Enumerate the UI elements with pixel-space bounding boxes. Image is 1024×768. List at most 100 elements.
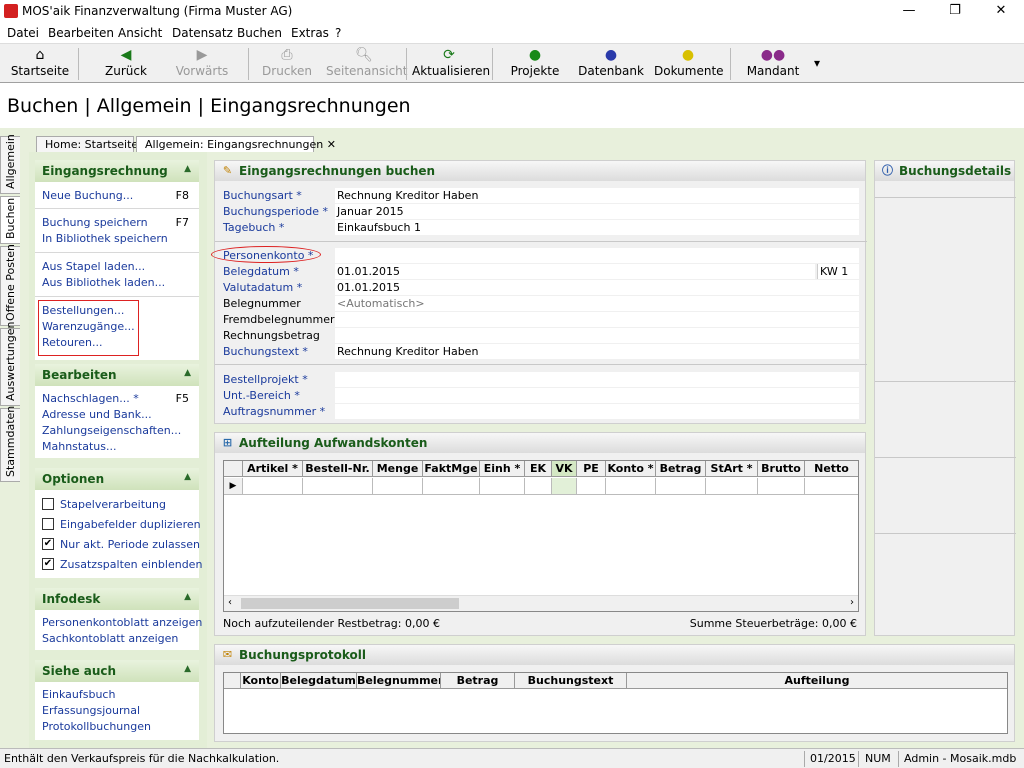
- aufteilung-grid[interactable]: Artikel * Bestell-Nr. Menge FaktMge Einh…: [223, 460, 859, 612]
- auftragsnummer-field[interactable]: [335, 404, 859, 419]
- collapse-icon[interactable]: ▲: [184, 592, 191, 602]
- warenzugaenge-link[interactable]: Warenzugänge...: [42, 320, 135, 333]
- column-header[interactable]: StArt *: [706, 461, 758, 477]
- grid-cell[interactable]: [577, 478, 606, 495]
- horizontal-scrollbar[interactable]: ‹ ›: [224, 595, 858, 611]
- buchung-speichern-link[interactable]: Buchung speichern: [42, 216, 148, 229]
- section-header[interactable]: Eingangsrechnung ▲: [35, 160, 199, 182]
- protokollbuchungen-link[interactable]: Protokollbuchungen: [42, 720, 151, 733]
- column-header[interactable]: Einh *: [480, 461, 525, 477]
- collapse-icon[interactable]: ▲: [184, 664, 191, 674]
- menu-ansicht[interactable]: Ansicht: [118, 26, 162, 40]
- grid-cell[interactable]: [480, 478, 525, 495]
- vtab-offene-posten[interactable]: Offene Posten: [0, 244, 20, 326]
- vtab-allgemein[interactable]: Allgemein: [0, 134, 20, 194]
- adresse-bank-link[interactable]: Adresse und Bank...: [42, 408, 152, 421]
- section-header[interactable]: Siehe auch ▲: [35, 660, 199, 682]
- column-header[interactable]: FaktMge: [423, 461, 480, 477]
- bestellprojekt-field[interactable]: [335, 372, 859, 387]
- grid-cell[interactable]: [758, 478, 805, 495]
- nachschlagen-link[interactable]: Nachschlagen... *: [42, 392, 139, 405]
- column-header[interactable]: PE: [577, 461, 606, 477]
- column-header[interactable]: Belegdatum: [281, 673, 357, 689]
- grid-cell[interactable]: [373, 478, 423, 495]
- protokoll-grid[interactable]: Konto Belegdatum Belegnummer Betrag Buch…: [223, 672, 1008, 734]
- fremdbelegnummer-field[interactable]: [335, 312, 859, 327]
- column-header[interactable]: Brutto: [758, 461, 805, 477]
- column-header[interactable]: Aufteilung: [627, 673, 1007, 689]
- tagebuch-field[interactable]: Einkaufsbuch 1: [335, 220, 859, 235]
- stapel-laden-link[interactable]: Aus Stapel laden...: [42, 260, 145, 273]
- grid-cell[interactable]: [805, 478, 858, 495]
- section-header[interactable]: Optionen ▲: [35, 468, 199, 490]
- rechnungsbetrag-field[interactable]: [335, 328, 859, 343]
- column-header[interactable]: Bestell-Nr.: [303, 461, 373, 477]
- unt-bereich-field[interactable]: [335, 388, 859, 403]
- menu-datensatz[interactable]: Datensatz: [172, 26, 233, 40]
- grid-cell[interactable]: [552, 478, 577, 495]
- duplizieren-checkbox[interactable]: [42, 518, 54, 530]
- datenbank-button[interactable]: ● Datenbank: [578, 46, 644, 82]
- close-button[interactable]: ✕: [978, 0, 1024, 23]
- vtab-auswertungen[interactable]: Auswertungen: [0, 322, 20, 406]
- bestellungen-link[interactable]: Bestellungen...: [42, 304, 124, 317]
- periode-checkbox[interactable]: ✔: [42, 538, 54, 550]
- mandant-dropdown-icon[interactable]: ▾: [810, 56, 824, 92]
- belegnummer-field[interactable]: <Automatisch>: [335, 296, 859, 311]
- neue-buchung-link[interactable]: Neue Buchung...: [42, 189, 133, 202]
- minimize-button[interactable]: —: [886, 0, 932, 23]
- drucken-button[interactable]: ⎙ Drucken: [254, 46, 320, 82]
- zurueck-button[interactable]: ◀ Zurück: [92, 46, 160, 82]
- stapelverarbeitung-checkbox[interactable]: [42, 498, 54, 510]
- maximize-button[interactable]: ❐: [932, 0, 978, 23]
- column-header[interactable]: Menge: [373, 461, 423, 477]
- dokumente-button[interactable]: ● Dokumente: [654, 46, 724, 82]
- grid-cell[interactable]: [656, 478, 706, 495]
- grid-cell[interactable]: [423, 478, 480, 495]
- column-header[interactable]: Konto *: [606, 461, 656, 477]
- column-header[interactable]: Buchungstext: [515, 673, 627, 689]
- valutadatum-field[interactable]: 01.01.2015: [335, 280, 859, 295]
- seitenansicht-button[interactable]: 🔍︎ Seitenansicht: [326, 46, 407, 82]
- collapse-icon[interactable]: ▲: [184, 472, 191, 482]
- section-header[interactable]: Infodesk ▲: [35, 588, 199, 610]
- projekte-button[interactable]: ● Projekte: [504, 46, 566, 82]
- column-header[interactable]: Konto: [241, 673, 281, 689]
- bibliothek-laden-link[interactable]: Aus Bibliothek laden...: [42, 276, 165, 289]
- scroll-right-icon[interactable]: ›: [850, 597, 854, 608]
- buchungsart-field[interactable]: Rechnung Kreditor Haben: [335, 188, 859, 203]
- vtab-stammdaten[interactable]: Stammdaten: [0, 406, 20, 482]
- tab-home[interactable]: Home: Startseite: [36, 136, 138, 152]
- grid-cell[interactable]: [303, 478, 373, 495]
- vorwaerts-button[interactable]: ▶ Vorwärts: [168, 46, 236, 82]
- grid-cell[interactable]: [243, 478, 303, 495]
- grid-cell[interactable]: [606, 478, 656, 495]
- tab-eingangsrechnungen[interactable]: Allgemein: Eingangsrechnungen ✕: [136, 136, 336, 152]
- retouren-link[interactable]: Retouren...: [42, 336, 102, 349]
- sachkontoblatt-link[interactable]: Sachkontoblatt anzeigen: [42, 632, 178, 645]
- column-header[interactable]: Artikel *: [243, 461, 303, 477]
- close-tab-icon[interactable]: ✕: [327, 138, 336, 151]
- scrollbar-thumb[interactable]: [241, 598, 459, 609]
- personenkontoblatt-link[interactable]: Personenkontoblatt anzeigen: [42, 616, 202, 629]
- column-header[interactable]: EK: [525, 461, 552, 477]
- collapse-icon[interactable]: ▲: [184, 164, 191, 174]
- column-header[interactable]: Betrag: [656, 461, 706, 477]
- menu-datei[interactable]: Datei: [7, 26, 39, 40]
- erfassungsjournal-link[interactable]: Erfassungsjournal: [42, 704, 140, 717]
- zahlungseigenschaften-link[interactable]: Zahlungseigenschaften...: [42, 424, 181, 437]
- column-header[interactable]: Netto: [805, 461, 858, 477]
- column-header[interactable]: VK: [552, 461, 577, 477]
- aktualisieren-button[interactable]: ⟳ Aktualisieren: [412, 46, 490, 82]
- column-header[interactable]: Belegnummer: [357, 673, 441, 689]
- grid-cell[interactable]: [706, 478, 758, 495]
- menu-extras[interactable]: Extras: [291, 26, 329, 40]
- startseite-button[interactable]: ⌂ Startseite: [6, 46, 74, 82]
- section-header[interactable]: Bearbeiten ▲: [35, 364, 199, 386]
- grid-cell[interactable]: [525, 478, 552, 495]
- buchungstext-field[interactable]: Rechnung Kreditor Haben: [335, 344, 859, 359]
- belegdatum-field[interactable]: 01.01.2015: [335, 264, 815, 279]
- buchungsperiode-field[interactable]: Januar 2015: [335, 204, 859, 219]
- menu-help[interactable]: ?: [335, 26, 341, 40]
- zusatzspalten-checkbox[interactable]: ✔: [42, 558, 54, 570]
